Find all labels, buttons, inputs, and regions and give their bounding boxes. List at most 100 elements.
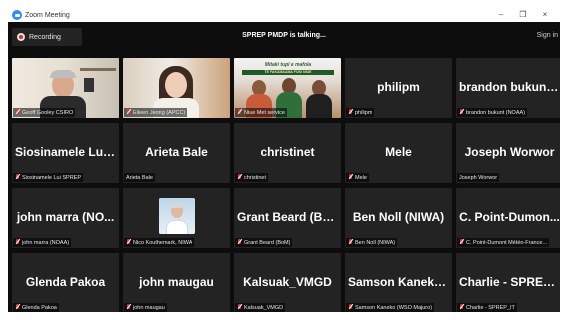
- participant-name-label: Nico Kouthemark, NIWA: [133, 239, 193, 246]
- participant-tile[interactable]: Nico Kouthemark, NIWA: [123, 188, 230, 248]
- participant-tile[interactable]: Charlie - SPREP_IT Charlie - SPREP_IT: [456, 253, 560, 312]
- mic-muted-icon: [126, 109, 131, 116]
- mic-muted-icon: [459, 304, 464, 311]
- mic-muted-icon: [15, 239, 20, 246]
- participant-name-tag: Siosinamele Lui SPREP: [13, 173, 84, 182]
- participant-name-label: Niue Met service: [244, 109, 285, 116]
- active-speaker-indicator: SPREP PMDP is talking...: [242, 32, 326, 39]
- frame: [84, 78, 94, 92]
- participant-tile[interactable]: john marra (NO... john marra (NOAA): [12, 188, 119, 248]
- participant-name-label: Kalsuak_VMGD: [244, 304, 284, 311]
- participant-name-tag: Mele: [346, 173, 369, 182]
- participant-name-tag: christinet: [235, 173, 269, 182]
- participant-tile[interactable]: christinet christinet: [234, 123, 341, 183]
- mic-muted-icon: [459, 109, 464, 116]
- participant-name-tag: Charlie - SPREP_IT: [457, 303, 517, 312]
- zoom-logo-icon: [12, 10, 22, 20]
- mic-muted-icon: [126, 304, 131, 311]
- participant-name-tag: philipm: [346, 108, 375, 117]
- participant-display-name: Samson Kaneko...: [348, 275, 452, 289]
- participant-display-name: Glenda Pakoa: [25, 275, 106, 289]
- participant-name-tag: Eileen Jeong (APCC): [124, 108, 188, 117]
- participant-name-tag: Samson Kaneko (WSO Majuro): [346, 303, 435, 312]
- window-controls: – ❐ ×: [490, 8, 556, 22]
- participant-tile[interactable]: brandon bukunt... brandon bukunt (NOAA): [456, 58, 560, 118]
- participant-display-name: john marra (NO...: [16, 210, 115, 224]
- participant-tile[interactable]: philipm philipm: [345, 58, 452, 118]
- participant-tile[interactable]: Glenda Pakoa Glenda Pakoa: [12, 253, 119, 312]
- mic-muted-icon: [15, 109, 20, 116]
- participant-display-name: C. Point-Dumon...: [459, 210, 560, 224]
- participant-name-tag: Geoff Gooley CSIRO: [13, 108, 76, 117]
- mic-muted-icon: [348, 239, 353, 246]
- participant-name-tag: Joseph Worwor: [457, 173, 500, 182]
- participant-display-name: Grant Beard (Bo...: [237, 210, 340, 224]
- participant-tile[interactable]: john maugau john maugau: [123, 253, 230, 312]
- participant-name-tag: Nico Kouthemark, NIWA: [124, 238, 195, 247]
- participant-name-tag: C. Point-Dumont Météo-France...: [457, 238, 550, 247]
- participant-name-label: Charlie - SPREP_IT: [466, 304, 515, 311]
- participant-name-label: Samson Kaneko (WSO Majuro): [355, 304, 433, 311]
- participant-name-label: philipm: [355, 109, 373, 116]
- participant-name-tag: Kalsuak_VMGD: [235, 303, 286, 312]
- close-button[interactable]: ×: [534, 8, 556, 22]
- sign-in-link[interactable]: Sign in: [537, 32, 558, 39]
- minimize-button[interactable]: –: [490, 8, 512, 22]
- participant-name-label: C. Point-Dumont Météo-France...: [466, 239, 548, 246]
- participant-name-tag: brandon bukunt (NOAA): [457, 108, 528, 117]
- participant-name-label: Eileen Jeong (APCC): [133, 109, 186, 116]
- participant-name-tag: Arieta Bale: [124, 173, 155, 182]
- participant-name-tag: john maugau: [124, 303, 167, 312]
- participant-gallery: Geoff Gooley CSIRO Eileen Jeong (APCC) M…: [12, 58, 560, 312]
- participant-name-label: john marra (NOAA): [22, 239, 70, 246]
- meeting-top-bar: Recording SPREP PMDP is talking... Sign …: [8, 22, 560, 54]
- participant-display-name: Kalsuak_VMGD: [243, 275, 332, 289]
- participant-name-label: Arieta Bale: [126, 174, 153, 181]
- participant-display-name: Siosinamele Lui_...: [15, 145, 119, 159]
- participant-display-name: christinet: [260, 145, 315, 159]
- participant-name-tag: john marra (NOAA): [13, 238, 72, 247]
- participant-display-name: Ben Noll (NIWA): [352, 210, 445, 224]
- maximize-button[interactable]: ❐: [512, 8, 534, 22]
- participant-name-label: Mele: [355, 174, 367, 181]
- participant-name-tag: Niue Met service: [235, 108, 287, 117]
- profile-photo: [159, 198, 195, 234]
- participant-name-label: john maugau: [133, 304, 165, 311]
- participant-tile[interactable]: Siosinamele Lui_... Siosinamele Lui SPREP: [12, 123, 119, 183]
- participant-display-name: john maugau: [139, 275, 214, 289]
- participant-name-label: Ben Noll (NIWA): [355, 239, 396, 246]
- mic-muted-icon: [237, 109, 242, 116]
- mic-muted-icon: [15, 174, 20, 181]
- participant-tile[interactable]: Geoff Gooley CSIRO: [12, 58, 119, 118]
- participant-display-name: Mele: [385, 145, 412, 159]
- participant-tile[interactable]: Eileen Jeong (APCC): [123, 58, 230, 118]
- participant-tile[interactable]: Arieta Bale Arieta Bale: [123, 123, 230, 183]
- window-title: Zoom Meeting: [25, 11, 70, 19]
- title-bar: Zoom Meeting – ❐ ×: [8, 8, 560, 22]
- participant-tile[interactable]: Samson Kaneko... Samson Kaneko (WSO Majur…: [345, 253, 452, 312]
- participant-display-name: Joseph Worwor: [464, 145, 555, 159]
- participant-tile[interactable]: Kalsuak_VMGD Kalsuak_VMGD: [234, 253, 341, 312]
- participant-tile[interactable]: C. Point-Dumon... C. Point-Dumont Météo-F…: [456, 188, 560, 248]
- participant-tile[interactable]: Mitaki tupi e mafola TE FAKAMAAMA FOKI N…: [234, 58, 341, 118]
- mic-muted-icon: [348, 304, 353, 311]
- mic-muted-icon: [348, 109, 353, 116]
- banner-strip: TE FAKAMAAMA FOKI NIUE: [242, 70, 334, 75]
- mic-muted-icon: [126, 239, 131, 246]
- participant-tile[interactable]: Mele Mele: [345, 123, 452, 183]
- participant-name-label: Glenda Pakoa: [22, 304, 57, 311]
- mic-muted-icon: [237, 239, 242, 246]
- participant-display-name: philipm: [377, 80, 420, 94]
- participant-name-tag: Ben Noll (NIWA): [346, 238, 398, 247]
- participant-name-label: brandon bukunt (NOAA): [466, 109, 526, 116]
- participant-name-tag: Glenda Pakoa: [13, 303, 59, 312]
- participant-tile[interactable]: Grant Beard (Bo... Grant Beard (BoM): [234, 188, 341, 248]
- participant-name-label: Geoff Gooley CSIRO: [22, 109, 74, 116]
- participant-name-label: christinet: [244, 174, 267, 181]
- participant-tile[interactable]: Joseph Worwor Joseph Worwor: [456, 123, 560, 183]
- zoom-window: Zoom Meeting – ❐ × Recording SPREP PMDP …: [8, 8, 560, 312]
- participant-display-name: Charlie - SPREP_IT: [459, 275, 560, 289]
- participant-name-label: Siosinamele Lui SPREP: [22, 174, 82, 181]
- mic-muted-icon: [459, 239, 464, 246]
- participant-tile[interactable]: Ben Noll (NIWA) Ben Noll (NIWA): [345, 188, 452, 248]
